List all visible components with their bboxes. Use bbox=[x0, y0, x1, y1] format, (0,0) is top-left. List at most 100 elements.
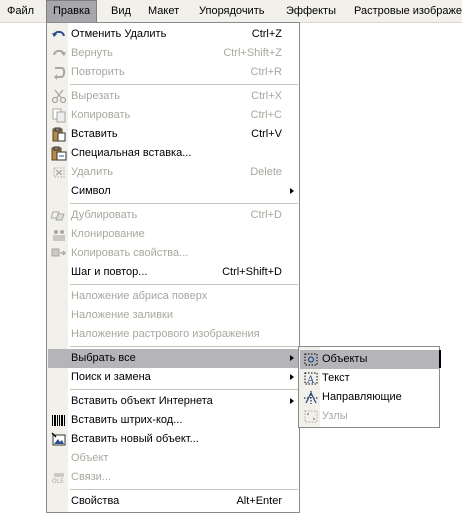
menu-item-label: Специальная вставка... bbox=[71, 147, 192, 159]
menu-item-shortcut: Ctrl+V bbox=[251, 128, 282, 140]
menu-separator bbox=[70, 203, 298, 204]
svg-text:A: A bbox=[306, 375, 315, 386]
menu-item-duplicate[interactable]: Дублировать Ctrl+D bbox=[48, 206, 299, 225]
submenu-item-guidelines[interactable]: Направляющие bbox=[300, 388, 440, 407]
menu-item-properties[interactable]: Свойства Alt+Enter bbox=[48, 492, 299, 511]
menu-item-insert-barcode[interactable]: Вставить штрих-код... bbox=[48, 411, 299, 430]
menu-item-label: Удалить bbox=[71, 166, 113, 178]
menu-item-label: Вставить штрих-код... bbox=[71, 414, 183, 426]
menu-item-symbol[interactable]: Символ bbox=[48, 182, 299, 201]
menu-item-label: Направляющие bbox=[322, 391, 402, 403]
undo-icon bbox=[51, 27, 67, 42]
submenu-item-nodes[interactable]: Узлы bbox=[300, 407, 440, 426]
menu-bitmaps[interactable]: Растровые изображе bbox=[347, 0, 462, 22]
menu-item-repeat[interactable]: Повторить Ctrl+R bbox=[48, 63, 299, 82]
menu-item-label: Вставить новый объект... bbox=[71, 433, 199, 445]
menu-separator bbox=[70, 389, 298, 390]
menu-bar: Файл Правка Вид Макет Упорядочить Эффект… bbox=[0, 0, 462, 23]
select-text-icon: A bbox=[303, 371, 319, 386]
edit-menu: Отменить Удалить Ctrl+Z Вернуть Ctrl+Shi… bbox=[46, 22, 300, 513]
menu-item-label: Наложение растрового изображения bbox=[71, 328, 260, 340]
menu-item-clone[interactable]: Клонирование bbox=[48, 225, 299, 244]
menu-item-label: Вырезать bbox=[71, 90, 120, 102]
menu-item-label: Объект bbox=[71, 452, 109, 464]
menu-item-shortcut: Ctrl+Z bbox=[251, 28, 282, 40]
menu-item-label: Вернуть bbox=[71, 47, 113, 59]
menu-item-redo[interactable]: Вернуть Ctrl+Shift+Z bbox=[48, 44, 299, 63]
menu-item-label: Вставить bbox=[71, 128, 118, 140]
menu-item-label: Символ bbox=[71, 185, 111, 197]
menu-item-label: Наложение абриса поверх bbox=[71, 290, 208, 302]
menu-item-label: Клонирование bbox=[71, 228, 145, 240]
menu-item-select-all[interactable]: Выбрать все bbox=[48, 349, 299, 368]
ole-links-icon: OLE bbox=[51, 470, 67, 485]
menu-item-label: Поиск и замена bbox=[71, 371, 151, 383]
menu-item-label: Текст bbox=[322, 372, 350, 384]
menu-item-shortcut: Delete bbox=[250, 166, 282, 178]
menu-item-label: Выбрать все bbox=[71, 352, 136, 364]
menu-edit[interactable]: Правка bbox=[46, 0, 98, 22]
submenu-arrow-icon bbox=[290, 374, 294, 380]
menu-item-insert-new-object[interactable]: Вставить новый объект... bbox=[48, 430, 299, 449]
menu-item-label: Повторить bbox=[71, 66, 125, 78]
menu-item-shortcut: Ctrl+R bbox=[250, 66, 282, 78]
delete-icon bbox=[51, 165, 67, 180]
copy-properties-icon bbox=[51, 246, 67, 261]
menu-item-label: Узлы bbox=[322, 410, 348, 422]
barcode-icon bbox=[51, 413, 67, 428]
window-edge bbox=[439, 350, 441, 368]
menu-item-label: Дублировать bbox=[71, 209, 138, 221]
menu-item-paste[interactable]: Вставить Ctrl+V bbox=[48, 125, 299, 144]
menu-item-cut[interactable]: Вырезать Ctrl+X bbox=[48, 87, 299, 106]
menu-item-overprint-fill[interactable]: Наложение заливки bbox=[48, 306, 299, 325]
clone-icon bbox=[51, 227, 67, 242]
menu-effects[interactable]: Эффекты bbox=[279, 0, 343, 22]
menu-item-label: Связи... bbox=[71, 471, 111, 483]
menu-item-label: Наложение заливки bbox=[71, 309, 173, 321]
menu-separator bbox=[70, 489, 298, 490]
menu-item-undo[interactable]: Отменить Удалить Ctrl+Z bbox=[48, 25, 299, 44]
submenu-arrow-icon bbox=[290, 398, 294, 404]
duplicate-icon bbox=[51, 208, 67, 223]
menu-item-label: Шаг и повтор... bbox=[71, 266, 148, 278]
select-guidelines-icon bbox=[303, 390, 319, 405]
menu-item-find-and-replace[interactable]: Поиск и замена bbox=[48, 368, 299, 387]
menu-item-shortcut: Ctrl+D bbox=[250, 209, 282, 221]
menu-file[interactable]: Файл bbox=[0, 0, 41, 22]
svg-text:OLE: OLE bbox=[52, 478, 64, 485]
menu-item-delete[interactable]: Удалить Delete bbox=[48, 163, 299, 182]
menu-item-copy-properties[interactable]: Копировать свойства... bbox=[48, 244, 299, 263]
menu-item-shortcut: Ctrl+Shift+Z bbox=[223, 47, 282, 59]
submenu-arrow-icon bbox=[290, 188, 294, 194]
menu-item-paste-special[interactable]: Специальная вставка... bbox=[48, 144, 299, 163]
menu-item-shortcut: Ctrl+Shift+D bbox=[222, 266, 282, 278]
menu-separator bbox=[70, 284, 298, 285]
select-all-submenu: Объекты A Текст Направляющие Узлы bbox=[298, 346, 440, 428]
select-objects-icon bbox=[303, 352, 319, 367]
menu-item-links[interactable]: OLE Связи... bbox=[48, 468, 299, 487]
menu-item-step-and-repeat[interactable]: Шаг и повтор... Ctrl+Shift+D bbox=[48, 263, 299, 282]
menu-item-copy[interactable]: Копировать Ctrl+C bbox=[48, 106, 299, 125]
submenu-item-objects[interactable]: Объекты bbox=[300, 350, 440, 369]
submenu-arrow-icon bbox=[290, 355, 294, 361]
submenu-item-text[interactable]: A Текст bbox=[300, 369, 440, 388]
menu-item-label: Объекты bbox=[322, 353, 368, 365]
menu-item-shortcut: Ctrl+C bbox=[250, 109, 282, 121]
menu-item-shortcut: Alt+Enter bbox=[236, 495, 282, 507]
menu-item-overprint-outline[interactable]: Наложение абриса поверх bbox=[48, 287, 299, 306]
menu-item-label: Свойства bbox=[71, 495, 120, 507]
menu-view[interactable]: Вид bbox=[104, 0, 138, 22]
menu-separator bbox=[70, 84, 298, 85]
menu-item-object[interactable]: Объект bbox=[48, 449, 299, 468]
menu-item-label: Копировать свойства... bbox=[71, 247, 189, 259]
paste-icon bbox=[51, 127, 67, 142]
select-nodes-icon bbox=[303, 409, 319, 424]
menu-item-overprint-bitmap[interactable]: Наложение растрового изображения bbox=[48, 325, 299, 344]
menu-arrange[interactable]: Упорядочить bbox=[192, 0, 271, 22]
menu-layout[interactable]: Макет bbox=[141, 0, 186, 22]
paste-special-icon bbox=[51, 146, 67, 161]
scissors-icon bbox=[51, 89, 67, 104]
menu-item-shortcut: Ctrl+X bbox=[251, 90, 282, 102]
menu-item-label: Копировать bbox=[71, 109, 131, 121]
menu-item-insert-internet-object[interactable]: Вставить объект Интернета bbox=[48, 392, 299, 411]
